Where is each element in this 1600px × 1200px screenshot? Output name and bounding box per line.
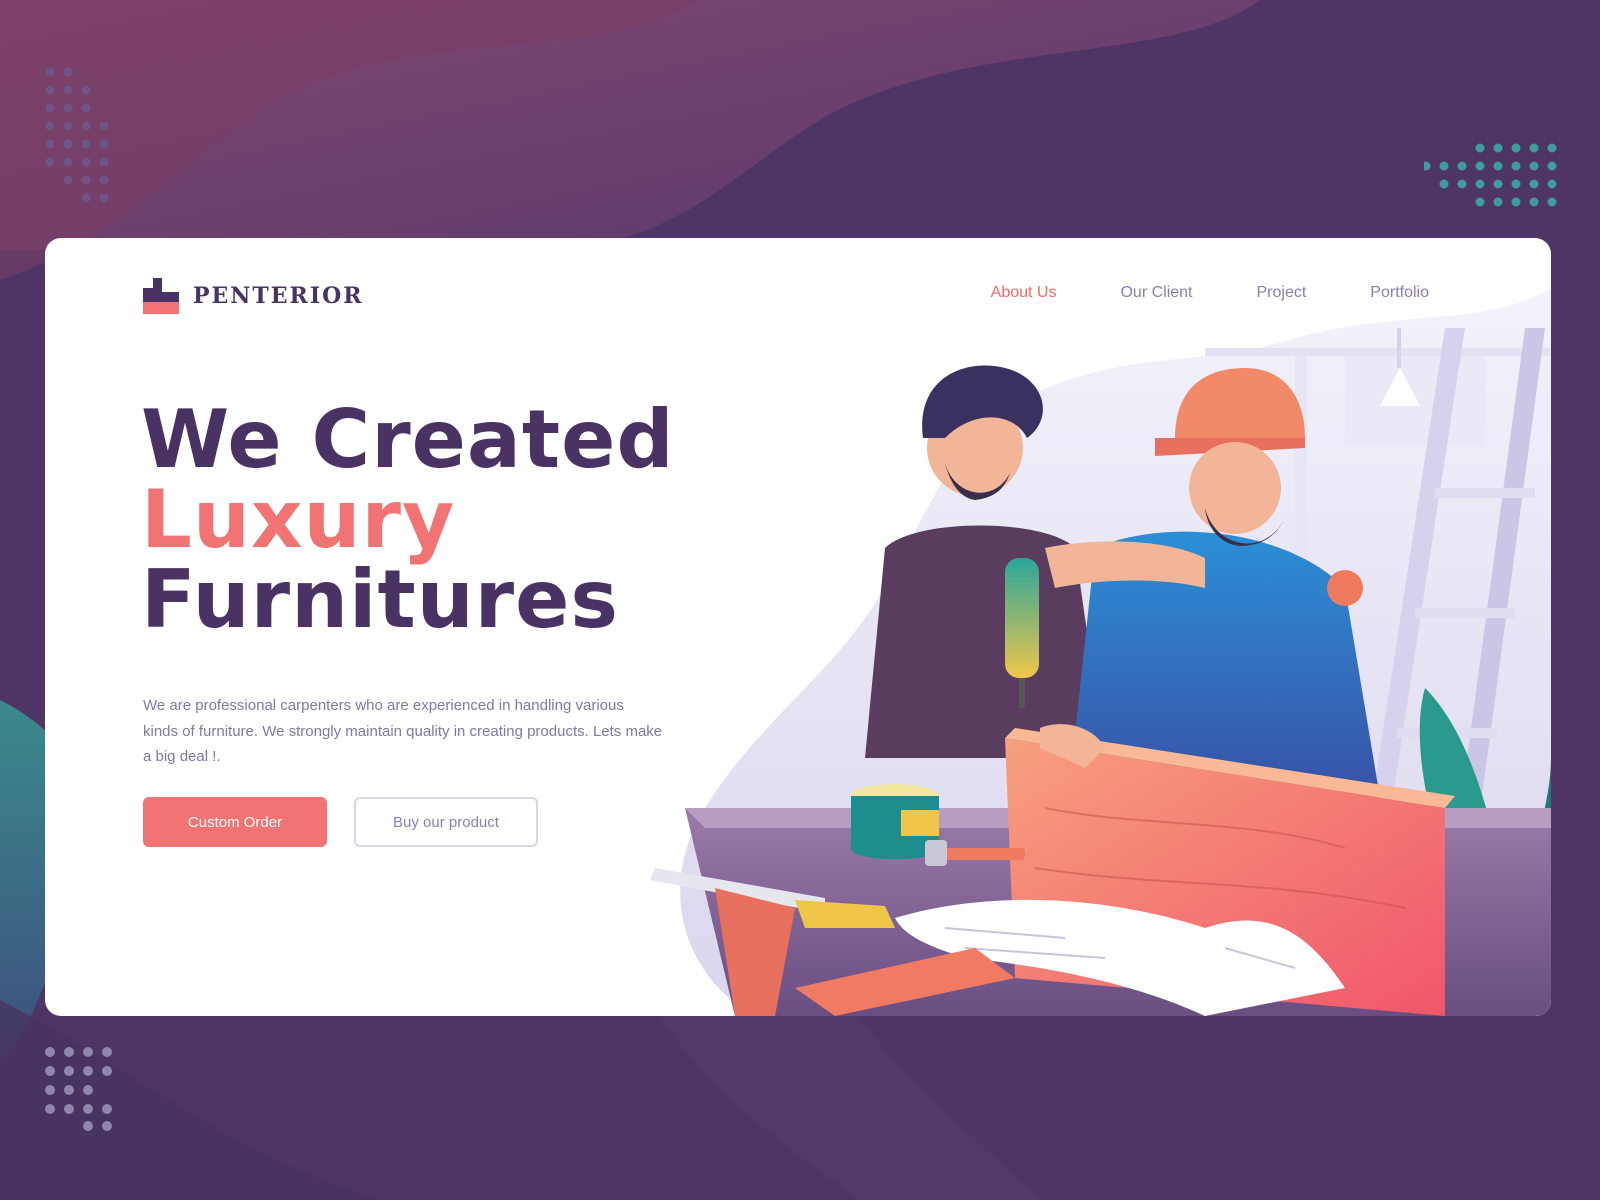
custom-order-button[interactable]: Custom Order bbox=[143, 797, 327, 847]
hero-description: We are professional carpenters who are e… bbox=[143, 697, 663, 765]
dot-pattern-top-left bbox=[45, 67, 109, 203]
dot-pattern-bottom-left bbox=[45, 1047, 112, 1131]
hero-headline: We Created Luxury Furnitures bbox=[141, 400, 675, 640]
brand-logo[interactable]: PENTERIOR bbox=[143, 278, 364, 314]
dot-pattern-top-right bbox=[1424, 143, 1557, 207]
headline-line-1: We Created bbox=[141, 393, 675, 486]
buy-product-button[interactable]: Buy our product bbox=[354, 797, 538, 847]
headline-line-3: Furnitures bbox=[141, 553, 619, 646]
landing-card: PENTERIOR About Us Our Client Project Po… bbox=[45, 238, 1551, 1016]
carpenters-illustration bbox=[650, 288, 1551, 1016]
headline-line-2: Luxury bbox=[141, 473, 456, 566]
stacked-blocks-logo-icon bbox=[143, 278, 179, 314]
brand-name: PENTERIOR bbox=[193, 283, 364, 309]
